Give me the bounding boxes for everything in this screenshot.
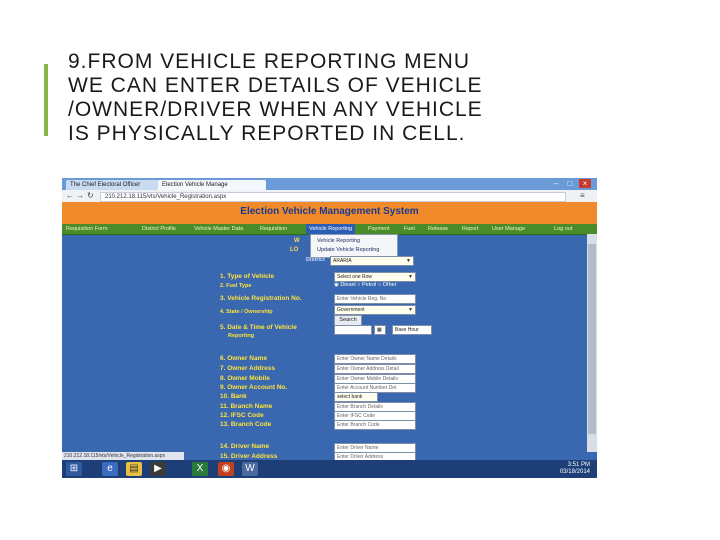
calendar-icon[interactable]: ▦ bbox=[374, 325, 386, 335]
maximize-icon[interactable]: □ bbox=[564, 179, 576, 188]
accent-bar bbox=[44, 64, 48, 136]
system-tray[interactable]: 3:51 PM 03/18/2014 bbox=[532, 462, 590, 476]
type-of-vehicle-select[interactable]: Select one Row ▼ bbox=[334, 272, 416, 282]
title-line: WE CAN ENTER DETAILS OF VEHICLE bbox=[68, 74, 483, 97]
ownership-select[interactable]: Government ▼ bbox=[334, 305, 416, 315]
district-select[interactable]: ARARIA ▼ bbox=[330, 256, 414, 266]
clock-date: 03/18/2014 bbox=[559, 469, 590, 475]
owner-name-label: 6. Owner Name bbox=[220, 355, 267, 362]
branch-code-label: 13. Branch Code bbox=[220, 421, 272, 428]
bank-label: 10. Bank bbox=[220, 393, 247, 400]
ownership-label: 4. State / Ownership bbox=[220, 309, 273, 315]
submenu-item-update-reporting[interactable]: Update Vehicle Reporting bbox=[317, 246, 379, 254]
driver-name-label: 14. Driver Name bbox=[220, 443, 270, 450]
fuel-type-label: 2. Fuel Type bbox=[220, 283, 252, 289]
registration-no-label: 3. Vehicle Registration No. bbox=[220, 295, 302, 302]
menu-item[interactable]: User Manage bbox=[492, 224, 525, 234]
clock-time: 3:51 PM bbox=[567, 462, 590, 468]
menu-item[interactable]: Vehicle Master Data bbox=[194, 224, 243, 234]
chevron-down-icon: ▼ bbox=[406, 258, 411, 264]
menu-item-vehicle-reporting[interactable]: Vehicle Reporting bbox=[306, 224, 356, 234]
owner-name-input[interactable]: Enter Owner Name Details bbox=[334, 354, 416, 364]
menu-item[interactable]: District Profile bbox=[142, 224, 176, 234]
bank-value: select bank bbox=[337, 394, 363, 400]
back-icon[interactable]: ← bbox=[66, 191, 74, 201]
url-field[interactable]: 210.212.18.115/vts/Vehicle_Registration.… bbox=[100, 192, 566, 202]
hour-value: Base Hour bbox=[395, 327, 419, 333]
chevron-down-icon: ▼ bbox=[408, 274, 413, 280]
menu-item[interactable]: Requisition bbox=[260, 224, 287, 234]
owner-address-input[interactable]: Enter Owner Address Detail bbox=[334, 364, 416, 374]
start-icon[interactable]: ⊞ bbox=[66, 462, 82, 476]
obscured-text: W bbox=[294, 238, 300, 244]
radio-other[interactable]: ○ Other bbox=[378, 282, 397, 288]
branch-code-input[interactable]: Enter Branch Code bbox=[334, 420, 416, 430]
ownership-value: Government bbox=[337, 307, 365, 313]
ifsc-label: 12. IFSC Code bbox=[220, 412, 264, 419]
forward-icon[interactable]: → bbox=[76, 191, 84, 201]
browser-tab[interactable]: The Chief Electoral Officer bbox=[66, 180, 160, 190]
minimize-icon[interactable]: – bbox=[550, 179, 562, 188]
reload-icon[interactable]: ↻ bbox=[87, 191, 94, 201]
slide-title: 9.FROM VEHICLE REPORTING MENU WE CAN ENT… bbox=[68, 50, 708, 146]
menu-item[interactable]: Fuel bbox=[404, 224, 415, 234]
status-url: 210.212.18.115/vts/Vehicle_Registration.… bbox=[62, 452, 184, 460]
close-icon[interactable]: × bbox=[579, 179, 591, 188]
taskbar: ⊞ e ▤ ▶ X ◉ W 3:51 PM 03/18/2014 bbox=[62, 460, 597, 478]
owner-address-label: 7. Owner Address bbox=[220, 365, 276, 372]
chevron-down-icon: ▼ bbox=[408, 307, 413, 313]
title-line: 9.FROM VEHICLE REPORTING MENU bbox=[68, 50, 470, 73]
datetime-label: 5. Date & Time of Vehicle bbox=[220, 324, 297, 331]
branch-name-label: 11. Branch Name bbox=[220, 403, 273, 410]
radio-label: Diesel bbox=[340, 282, 356, 288]
ie-icon[interactable]: e bbox=[102, 462, 118, 476]
chrome-icon[interactable]: ◉ bbox=[218, 462, 234, 476]
app-banner: Election Vehicle Management System bbox=[62, 202, 597, 224]
radio-label: Other bbox=[382, 282, 397, 288]
type-of-vehicle-label: 1. Type of Vehicle bbox=[220, 273, 275, 280]
scrollbar-thumb[interactable] bbox=[588, 244, 596, 434]
submenu-item-vehicle-reporting[interactable]: Vehicle Reporting bbox=[317, 237, 360, 245]
menu-item[interactable]: Log out bbox=[554, 224, 572, 234]
browser-tab-active[interactable]: Election Vehicle Manage bbox=[158, 180, 266, 190]
hour-select[interactable]: Base Hour bbox=[392, 325, 432, 335]
district-value: ARARIA bbox=[333, 258, 352, 264]
registration-no-input[interactable]: Enter Vehicle Reg. No. bbox=[334, 294, 416, 304]
owner-mobile-label: 8. Owner Mobile bbox=[220, 375, 270, 382]
embedded-screenshot: The Chief Electoral Officer Election Veh… bbox=[62, 178, 597, 478]
bank-select[interactable]: select bank bbox=[334, 392, 378, 402]
radio-petrol[interactable]: ○ Petrol bbox=[357, 282, 376, 288]
app-title: Election Vehicle Management System bbox=[240, 206, 419, 217]
date-input[interactable] bbox=[334, 325, 372, 335]
word-icon[interactable]: W bbox=[242, 462, 258, 476]
page-scrollbar[interactable] bbox=[587, 234, 597, 452]
menu-item[interactable]: Payment bbox=[368, 224, 390, 234]
obscured-text: LO bbox=[290, 247, 299, 253]
owner-account-label: 9. Owner Account No. bbox=[220, 384, 288, 391]
type-of-vehicle-value: Select one Row bbox=[337, 274, 373, 280]
radio-label: Petrol bbox=[362, 282, 377, 288]
title-line: /OWNER/DRIVER WHEN ANY VEHICLE bbox=[68, 98, 483, 121]
vehicle-reporting-submenu: Vehicle Reporting Update Vehicle Reporti… bbox=[310, 234, 398, 258]
media-icon[interactable]: ▶ bbox=[150, 462, 166, 476]
title-line: IS PHYSICALLY REPORTED IN CELL. bbox=[68, 122, 466, 145]
radio-diesel[interactable]: ◉ Diesel bbox=[334, 282, 356, 288]
datetime-label-2: Reporting bbox=[228, 333, 254, 339]
browser-tabstrip: The Chief Electoral Officer Election Veh… bbox=[62, 178, 597, 190]
menu-item[interactable]: Release bbox=[428, 224, 448, 234]
fuel-type-radios: ◉ Diesel ○ Petrol ○ Other bbox=[334, 282, 397, 288]
folder-icon[interactable]: ▤ bbox=[126, 462, 142, 476]
menu-icon[interactable]: ≡ bbox=[580, 191, 585, 201]
spreadsheet-icon[interactable]: X bbox=[192, 462, 208, 476]
district-label: District bbox=[306, 257, 325, 263]
menu-item[interactable]: Report bbox=[462, 224, 479, 234]
menu-item[interactable]: Requisition Form bbox=[66, 224, 108, 234]
